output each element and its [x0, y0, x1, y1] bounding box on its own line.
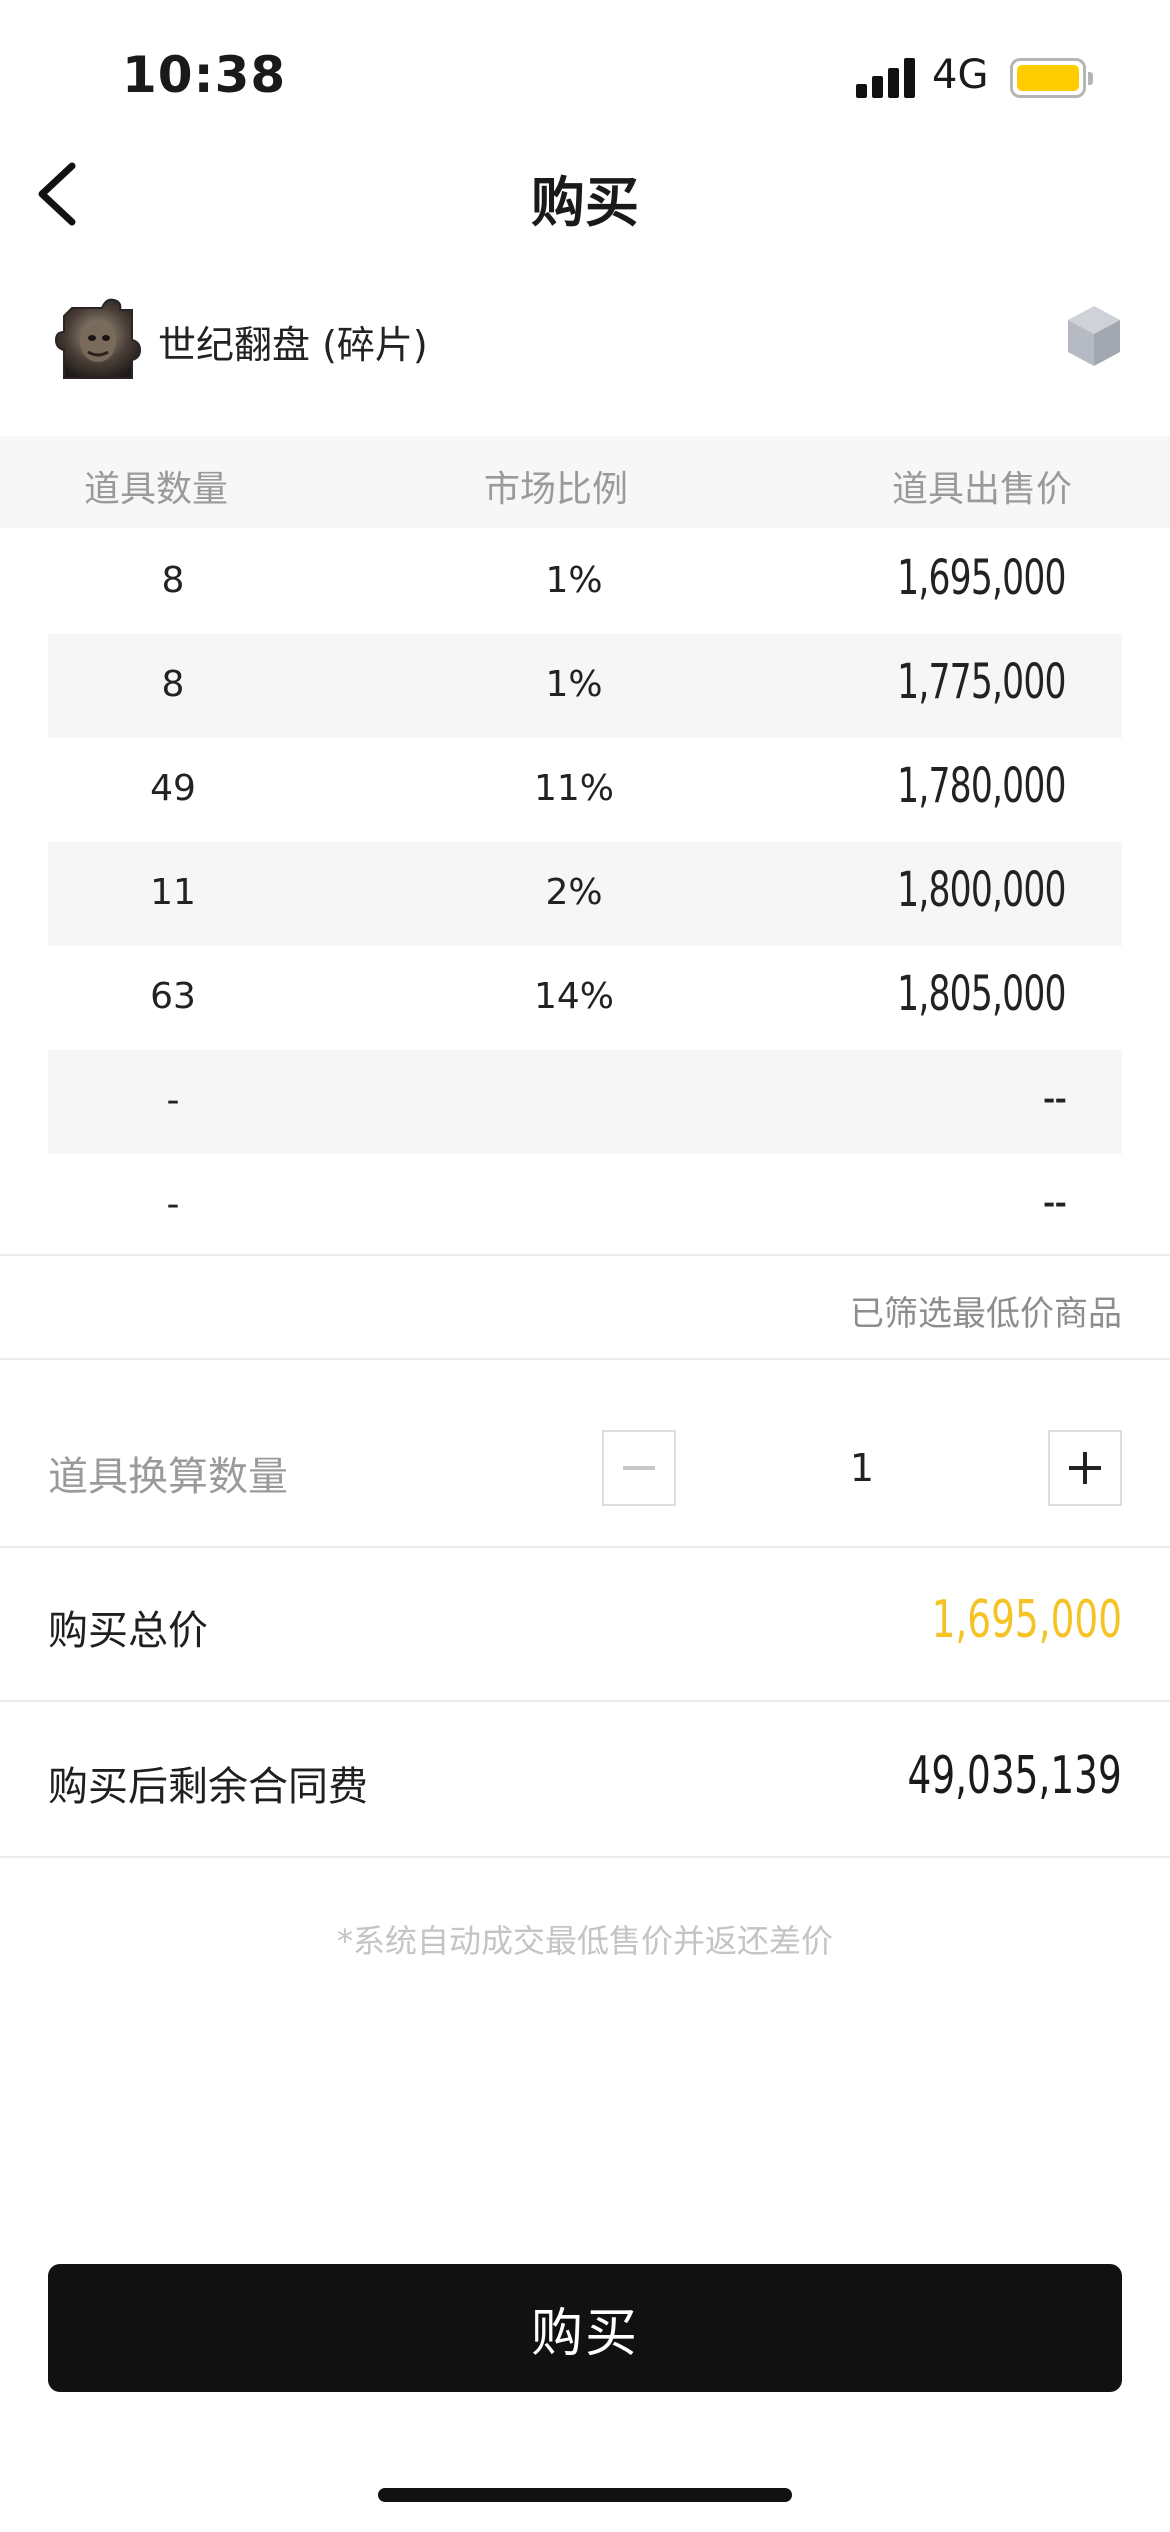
decrement-button[interactable]	[602, 1430, 676, 1506]
price-table: 8 1% 1,695,000 8 1% 1,775,000 49 11% 1,7…	[48, 530, 1122, 1258]
status-bar: 10:38 4G	[0, 0, 1170, 150]
home-indicator[interactable]	[378, 2488, 792, 2502]
purchase-screen: 10:38 4G 购买 世纪翻盘 (碎片) 道具数量 市场比例 道具出售价 8 …	[0, 0, 1170, 2532]
filter-note: 已筛选最低价商品	[850, 1294, 1122, 1334]
table-row[interactable]: 11 2% 1,800,000	[48, 842, 1122, 946]
row-ratio: 1%	[545, 664, 603, 705]
divider	[0, 1358, 1170, 1360]
remaining-fee-value: 49,035,139	[907, 1746, 1122, 1806]
row-quantity: -	[166, 1184, 180, 1225]
status-time: 10:38	[122, 46, 287, 104]
header-sale-price: 道具出售价	[891, 469, 1072, 510]
row-quantity: 8	[161, 560, 185, 601]
row-quantity: 63	[150, 976, 196, 1017]
cube-icon[interactable]	[1064, 302, 1124, 370]
signal-icon	[856, 58, 916, 98]
item-header: 世纪翻盘 (碎片)	[0, 290, 1170, 390]
table-row[interactable]: 8 1% 1,695,000	[48, 530, 1122, 634]
row-quantity: -	[166, 1080, 180, 1121]
row-quantity: 8	[161, 664, 185, 705]
row-quantity: 49	[150, 768, 196, 809]
page-title: 购买	[531, 171, 639, 234]
item-thumbnail	[54, 294, 142, 382]
total-price-label: 购买总价	[48, 1608, 208, 1654]
divider	[0, 1856, 1170, 1858]
divider	[0, 1700, 1170, 1702]
item-name: 世纪翻盘 (碎片)	[158, 323, 428, 367]
divider	[0, 1254, 1170, 1256]
quantity-stepper	[602, 1430, 1122, 1506]
quantity-input[interactable]	[676, 1430, 1048, 1506]
row-price: 1,805,000	[897, 966, 1066, 1022]
increment-button[interactable]	[1048, 1430, 1122, 1506]
price-table-header: 道具数量 市场比例 道具出售价	[0, 436, 1170, 528]
remaining-fee-label: 购买后剩余合同费	[48, 1764, 368, 1810]
network-label: 4G	[932, 52, 989, 98]
row-ratio: 2%	[545, 872, 603, 913]
row-price: 1,775,000	[897, 654, 1066, 710]
divider	[0, 1546, 1170, 1548]
header-market-ratio: 市场比例	[484, 469, 629, 510]
row-ratio: 1%	[545, 560, 603, 601]
back-button[interactable]	[30, 158, 90, 228]
quantity-label: 道具换算数量	[48, 1454, 288, 1500]
row-ratio: 14%	[533, 976, 614, 1017]
row-ratio: 11%	[533, 768, 614, 809]
table-row: - --	[48, 1154, 1122, 1258]
table-row: - --	[48, 1050, 1122, 1154]
row-price: 1,780,000	[897, 758, 1066, 814]
table-row[interactable]: 63 14% 1,805,000	[48, 946, 1122, 1050]
table-row[interactable]: 49 11% 1,780,000	[48, 738, 1122, 842]
battery-icon	[1010, 58, 1093, 98]
plus-icon	[1069, 1452, 1101, 1484]
minus-icon	[623, 1466, 655, 1470]
header-quantity: 道具数量	[84, 469, 229, 510]
footnote: *系统自动成交最低售价并返还差价	[336, 1922, 833, 1960]
total-price-value: 1,695,000	[931, 1590, 1122, 1650]
table-row[interactable]: 8 1% 1,775,000	[48, 634, 1122, 738]
row-price: 1,695,000	[897, 550, 1066, 606]
row-price: --	[1042, 1174, 1067, 1230]
row-price: --	[1042, 1070, 1067, 1126]
row-quantity: 11	[150, 872, 196, 913]
chevron-left-icon	[38, 162, 76, 226]
row-price: 1,800,000	[897, 862, 1066, 918]
buy-button[interactable]: 购买	[48, 2264, 1122, 2392]
